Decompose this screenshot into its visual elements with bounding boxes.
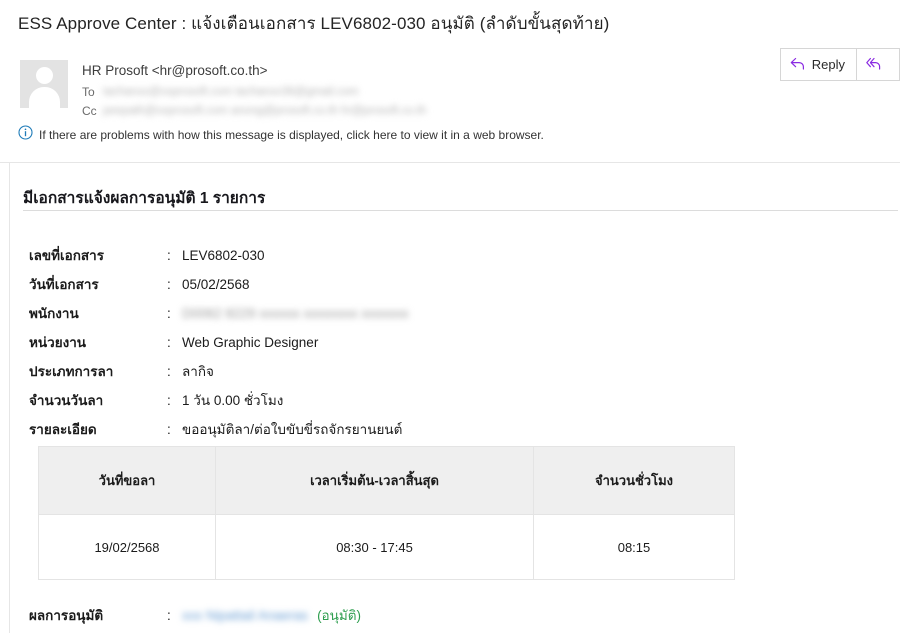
message-body: มีเอกสารแจ้งผลการอนุมัติ 1 รายการ เลขที่… [9,163,900,633]
leave-table-body: 19/02/2568 08:30 - 17:45 08:15 [38,514,735,580]
field-row: วันที่เอกสาร:05/02/2568 [29,270,409,299]
avatar-body [28,87,60,108]
field-value: 05/02/2568 [182,277,250,292]
sender-name[interactable]: HR Prosoft <hr@prosoft.co.th> [82,63,426,78]
reply-all-arrow-icon [866,57,881,73]
field-value: D0062 8229 xxxxxx xxxxxxxx xxxxxxx [182,306,409,321]
approval-result-label: ผลการอนุมัติ [29,608,104,623]
field-colon: : [167,306,171,321]
sender-lines: HR Prosoft <hr@prosoft.co.th> To tachanx… [82,63,426,121]
view-in-browser-bar[interactable]: If there are problems with how this mess… [18,125,544,145]
cc-recipients[interactable]: peepath@xxprosoft.com anong@prosoft.co.t… [103,105,426,117]
field-label: วันที่เอกสาร [29,277,99,292]
leave-table-cell: 08:30 - 17:45 [215,514,534,580]
field-colon: : [167,422,171,437]
leave-table-header-cell: จำนวนชั่วโมง [533,446,735,515]
reply-toolbar: Reply [779,48,900,81]
field-value: Web Graphic Designer [182,335,319,350]
approval-status-badge: (อนุมัติ) [317,608,362,623]
leave-table-head: วันที่ขอลา เวลาเริ่มต้น-เวลาสิ้นสุด จำนวนช… [38,446,735,515]
leave-detail-table: วันที่ขอลา เวลาเริ่มต้น-เวลาสิ้นสุด จำนวนช… [38,446,735,580]
field-row: จำนวนวันลา:1 วัน 0.00 ชั่วโมง [29,386,409,415]
field-label: จำนวนวันลา [29,393,104,408]
table-row: 19/02/2568 08:30 - 17:45 08:15 [38,514,735,580]
heading-rule [23,210,898,211]
to-label: To [82,84,95,99]
field-colon: : [167,248,171,263]
leave-table-header-cell: เวลาเริ่มต้น-เวลาสิ้นสุด [215,446,534,515]
field-label: ประเภทการลา [29,364,114,379]
document-fields: เลขที่เอกสาร: LEV6802-030 วันที่เอกสาร:05/… [29,241,409,444]
reply-all-button[interactable] [857,48,900,81]
avatar-head [35,67,53,84]
field-label: พนักงาน [29,306,79,321]
field-row: พนักงาน: D0062 8229 xxxxxx xxxxxxxx xxxxx… [29,299,409,328]
field-value: LEV6802-030 [182,248,265,263]
email-subject: ESS Approve Center : แจ้งเตือนเอกสาร LEV… [18,14,610,33]
approval-result-colon: : [167,607,171,623]
to-row: To tachanxx@xxprosoft.com tachanxx36@gma… [82,83,426,100]
leave-table-cell: 08:15 [533,514,735,580]
person-placeholder-icon [20,60,68,108]
reply-button[interactable]: Reply [779,48,857,81]
leave-table-header-cell: วันที่ขอลา [38,446,216,515]
field-colon: : [167,335,171,350]
leave-table-cell: 19/02/2568 [38,514,216,580]
field-value: ลากิจ [182,364,214,379]
field-colon: : [167,393,171,408]
cc-label: Cc [82,103,97,118]
field-row: ประเภทการลา: ลากิจ [29,357,409,386]
view-in-browser-text: If there are problems with how this mess… [39,128,544,142]
reply-arrow-icon [790,57,805,73]
approval-result-row: ผลการอนุมัติ : xxx Nipattail Anaeras (อน… [29,603,361,627]
field-label: เลขที่เอกสาร [29,248,104,263]
field-colon: : [167,364,171,379]
field-row: รายละเอียด: ขออนุมัติลา/ต่อใบขับขี่รถจักร… [29,415,409,444]
approver-name: xxx Nipattail Anaeras [182,607,309,623]
info-circle-icon [18,125,33,145]
field-colon: : [167,277,171,292]
field-value: ขออนุมัติลา/ต่อใบขับขี่รถจักรยานยนต์ [182,422,403,437]
leave-table-header-row: วันที่ขอลา เวลาเริ่มต้น-เวลาสิ้นสุด จำนวนช… [38,446,735,515]
field-label: รายละเอียด [29,422,97,437]
field-row: หน่วยงาน: Web Graphic Designer [29,328,409,357]
field-row: เลขที่เอกสาร: LEV6802-030 [29,241,409,270]
field-value: 1 วัน 0.00 ชั่วโมง [182,393,284,408]
reply-button-label: Reply [811,57,845,72]
field-label: หน่วยงาน [29,335,87,350]
cc-row: Cc peepath@xxprosoft.com anong@prosoft.c… [82,102,426,119]
to-recipients[interactable]: tachanxx@xxprosoft.com tachanxx36@gmail.… [103,86,358,98]
document-heading: มีเอกสารแจ้งผลการอนุมัติ 1 รายการ [23,190,266,207]
